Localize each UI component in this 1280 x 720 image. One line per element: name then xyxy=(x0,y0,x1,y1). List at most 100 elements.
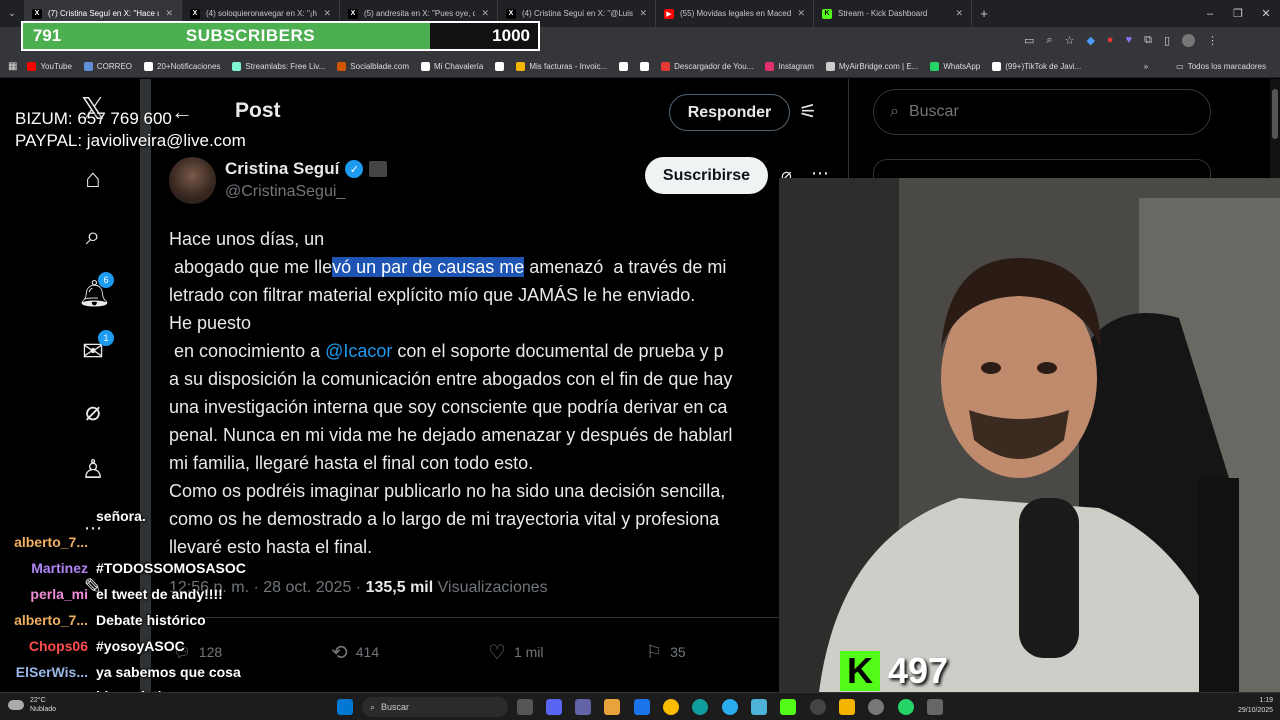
browser-tab[interactable]: K Stream - Kick Dashboard ✕ xyxy=(814,0,972,27)
discord-icon[interactable] xyxy=(546,699,562,715)
new-tab-button[interactable]: + xyxy=(972,6,996,21)
bookmark-item[interactable]: Descargador de You... xyxy=(661,62,753,71)
sidebar-icon[interactable]: ▯ xyxy=(1164,34,1170,47)
bookmark-item[interactable]: 20+Notificaciones xyxy=(144,62,220,71)
bookmark-item[interactable] xyxy=(640,62,650,71)
cloud-icon xyxy=(8,700,24,710)
menu-icon[interactable]: ⋮ xyxy=(1207,34,1218,47)
tweet-date[interactable]: · 28 oct. 2025 · xyxy=(254,579,362,596)
extension-icon[interactable]: ♥ xyxy=(1126,34,1133,47)
close-tab-icon[interactable]: ✕ xyxy=(165,8,173,19)
profile-icon[interactable]: ♙ xyxy=(78,454,108,484)
app-icon[interactable] xyxy=(868,699,884,715)
author-avatar[interactable] xyxy=(169,157,216,204)
grok-icon[interactable]: ⌀ xyxy=(78,396,108,426)
like-action[interactable]: ♡ 1 mil xyxy=(488,640,544,665)
bookmark-item[interactable] xyxy=(495,62,505,71)
browser-tab[interactable]: ▶ (55) Movidas legales en Macedo ✕ xyxy=(656,0,814,27)
taskbar-search[interactable]: ⌕ Buscar xyxy=(362,697,508,717)
like-count: 1 mil xyxy=(513,644,544,660)
telegram-icon[interactable] xyxy=(722,699,738,715)
folder-icon: ▭ xyxy=(1176,62,1184,71)
mention-link[interactable]: @Icacor xyxy=(325,341,392,361)
subscriber-label: SUBSCRIBERS xyxy=(71,23,430,49)
bookmark-item[interactable]: WhatsApp xyxy=(930,62,980,71)
bookmark-favicon-icon xyxy=(144,62,154,71)
subscriber-goal: 1000 xyxy=(430,23,538,49)
teams-icon[interactable] xyxy=(575,699,591,715)
bookmark-item[interactable] xyxy=(619,62,629,71)
chat-message: señora. xyxy=(8,508,146,524)
file-explorer-icon[interactable] xyxy=(604,699,620,715)
paypal-text: PAYPAL: javioliveira@live.com xyxy=(15,131,246,150)
scrollbar-thumb[interactable] xyxy=(1272,89,1278,139)
repost-action[interactable]: ⟲ 414 xyxy=(331,640,379,665)
tab-title: (5) andresita en X: "Pues oye, q xyxy=(364,9,476,18)
chrome-icon[interactable] xyxy=(634,699,650,715)
bookmark-label: Instagram xyxy=(778,62,814,71)
chat-username: Martinez xyxy=(31,560,88,576)
clock-date: 29/10/2025 xyxy=(1238,707,1274,714)
app-icon[interactable] xyxy=(751,699,767,715)
close-tab-icon[interactable]: ✕ xyxy=(955,8,963,19)
notifications-icon[interactable]: 🔔︎ 6 xyxy=(78,272,114,308)
close-tab-icon[interactable]: ✕ xyxy=(323,8,331,19)
edge-icon[interactable] xyxy=(692,699,708,715)
search-input[interactable]: ⌕ Buscar xyxy=(873,89,1211,135)
search-icon[interactable]: ⌕ xyxy=(78,220,108,250)
bookmark-item[interactable]: Socialblade.com xyxy=(337,62,409,71)
windows-start-icon[interactable] xyxy=(337,699,353,715)
chrome-active-icon[interactable] xyxy=(663,699,679,715)
zoom-icon[interactable]: ⌕ xyxy=(1046,34,1052,47)
tab-title: (4) Cristina Seguí en X: "@Luisa xyxy=(522,9,634,18)
reply-button[interactable]: Responder xyxy=(669,94,790,131)
chat-username: alberto_7... xyxy=(14,534,88,550)
author-handle[interactable]: @CristinaSegui_ xyxy=(225,183,345,201)
clock-time: 1:19 xyxy=(1259,697,1274,704)
close-tab-icon[interactable]: ✕ xyxy=(639,8,647,19)
bookmark-favicon-icon xyxy=(232,62,242,71)
close-tab-icon[interactable]: ✕ xyxy=(797,8,805,19)
obs-icon[interactable] xyxy=(810,699,826,715)
task-view-icon[interactable] xyxy=(517,699,533,715)
bookmarks-more-button[interactable]: » xyxy=(1144,62,1148,71)
author-name-row[interactable]: Cristina Seguí ✓ xyxy=(225,159,388,179)
bookmark-action[interactable]: ⚐ 35 xyxy=(646,642,686,663)
tab-list-button[interactable]: ⌄ xyxy=(0,8,24,19)
bookmark-item[interactable]: MyAirBridge.com | E... xyxy=(825,62,918,71)
star-icon[interactable]: ☆ xyxy=(1065,34,1075,47)
kick-app-icon[interactable] xyxy=(780,699,796,715)
clock[interactable]: 1:19 29/10/2025 xyxy=(1238,696,1273,716)
bookmark-item[interactable]: YouTube xyxy=(27,62,72,71)
messages-icon[interactable]: ✉ 1 xyxy=(78,330,114,366)
streamer-video xyxy=(779,178,1280,692)
bookmark-label: YouTube xyxy=(40,62,72,71)
extension-icon[interactable]: ● xyxy=(1107,34,1114,47)
profile-avatar[interactable] xyxy=(1182,34,1196,47)
home-icon[interactable]: ⌂ xyxy=(78,163,108,193)
extension-icon[interactable]: ◆ xyxy=(1086,34,1094,47)
filter-icon[interactable]: ⚟ xyxy=(799,99,817,124)
close-tab-icon[interactable]: ✕ xyxy=(481,8,489,19)
all-bookmarks-folder[interactable]: ▭ Todos los marcadores xyxy=(1176,62,1266,71)
extensions-icon[interactable]: ⧉ xyxy=(1144,34,1152,47)
bookmark-item[interactable]: Instagram xyxy=(765,62,814,71)
selected-text: vó un par de causas me xyxy=(332,257,525,277)
bookmark-item[interactable]: CORREO xyxy=(83,62,132,71)
subscribe-button[interactable]: Suscribirse xyxy=(645,157,768,194)
tweet-text-part: con el soporte documental de prueba y p … xyxy=(169,341,733,557)
cast-icon[interactable]: ▭ xyxy=(1024,34,1034,47)
apps-icon[interactable]: ▦ xyxy=(8,61,17,72)
minimize-icon[interactable]: – xyxy=(1196,8,1224,20)
app-icon[interactable] xyxy=(839,699,855,715)
divider xyxy=(169,617,829,618)
maximize-icon[interactable]: ❐ xyxy=(1224,7,1252,20)
app-icon[interactable] xyxy=(927,699,943,715)
whatsapp-icon[interactable] xyxy=(898,699,914,715)
close-icon[interactable]: ✕ xyxy=(1252,7,1280,20)
bookmark-item[interactable]: Mis facturas - Invoic... xyxy=(516,62,607,71)
weather-widget[interactable]: 22°C Nublado xyxy=(8,696,56,714)
bookmark-item[interactable]: Mi Chavalería xyxy=(420,62,483,71)
bookmark-item[interactable]: (99+)TikTok de Javi... xyxy=(992,62,1081,71)
bookmark-item[interactable]: Streamlabs: Free Liv... xyxy=(232,62,325,71)
